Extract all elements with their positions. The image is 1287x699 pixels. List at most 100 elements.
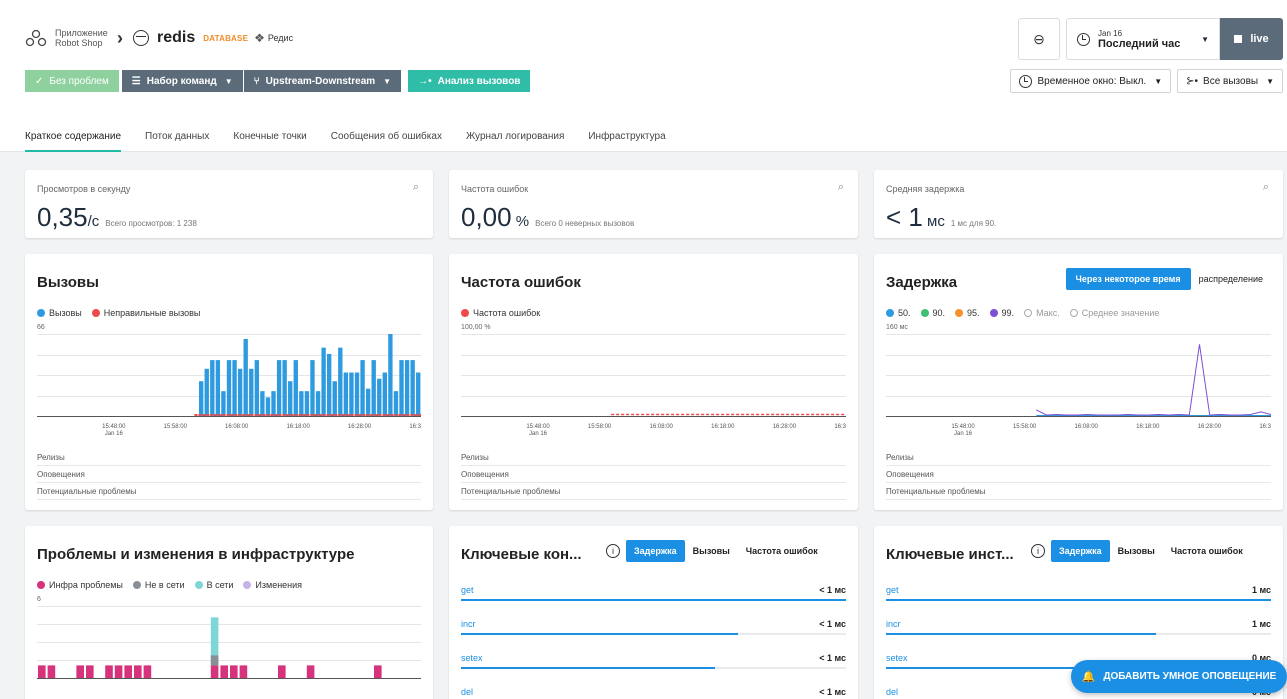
error-rate-chart[interactable]: 15:48:00Jan 16 15:58:00 16:08:00 16:18:00 16… <box>461 334 846 444</box>
live-label: live <box>1250 33 1269 45</box>
over-time-button[interactable]: Через некоторое время <box>1065 268 1191 290</box>
item-name[interactable]: del <box>461 687 473 697</box>
tab-calls[interactable]: Вызовы <box>685 540 738 562</box>
item-value: 1 мс <box>1251 619 1271 629</box>
issues-row[interactable]: Потенциальные проблемы <box>461 483 846 500</box>
x-tick-label: 15:58:00 <box>164 424 188 430</box>
alerts-row[interactable]: Оповещения <box>37 466 421 483</box>
list-item[interactable]: incr 1 мс <box>886 614 1271 648</box>
releases-row[interactable]: Релизы <box>37 449 421 466</box>
calls-bar <box>377 378 382 416</box>
time-range-picker[interactable]: Jan 16 Последний час ▼ <box>1066 18 1220 60</box>
filters: Временное окно: Выкл. ▼ ⊱• Все вызовы ▼ <box>1004 69 1283 93</box>
legend-error-rate[interactable]: Частота ошибок <box>461 308 540 318</box>
tab-error-rate[interactable]: Частота ошибок <box>1163 540 1251 562</box>
item-bar <box>461 633 739 635</box>
list-item[interactable]: setex < 1 мс <box>461 648 846 682</box>
item-name[interactable]: del <box>886 687 898 697</box>
status-button[interactable]: ✓ Без проблем <box>25 70 119 92</box>
calls-filter-dropdown[interactable]: ⊱• Все вызовы ▼ <box>1177 69 1283 93</box>
legend-online[interactable]: В сети <box>194 580 233 590</box>
legend-p99[interactable]: 99. <box>989 308 1014 318</box>
legend-max[interactable]: Макс. <box>1024 308 1060 318</box>
list-item[interactable]: get < 1 мс <box>461 580 846 614</box>
analyze-calls-button[interactable]: →• Анализ вызовов <box>408 70 531 92</box>
calls-chart[interactable]: 15:48:00Jan 16 15:58:00 16:08:00 16:18:00 16… <box>37 334 421 444</box>
latency-line <box>1035 344 1271 416</box>
item-bar <box>461 599 846 601</box>
legend-p95[interactable]: 95. <box>955 308 980 318</box>
time-window-dropdown[interactable]: Временное окно: Выкл. ▼ <box>1009 69 1172 93</box>
tab-calls[interactable]: Вызовы <box>1110 540 1163 562</box>
x-tick-label: 16:28:00 <box>773 424 797 430</box>
zoom-icon[interactable]: ⌕ <box>1263 181 1269 194</box>
breadcrumb-app[interactable]: Приложение Robot Shop <box>55 28 113 48</box>
tab-error-messages[interactable]: Сообщения об ошибках <box>331 122 442 152</box>
live-button[interactable]: live <box>1220 18 1283 60</box>
technology-label: Редис <box>267 33 294 43</box>
calls-bar <box>237 368 243 416</box>
x-tick-label: 16:08:00 <box>1075 424 1099 430</box>
info-icon[interactable]: i <box>1031 544 1045 558</box>
legend-calls[interactable]: Вызовы <box>37 308 82 318</box>
item-name[interactable]: get <box>461 585 474 595</box>
infra-issue-bar <box>47 665 56 678</box>
tab-endpoints[interactable]: Конечные точки <box>233 122 306 152</box>
zoom-icon[interactable]: ⌕ <box>413 181 419 194</box>
chart-legend: Инфра проблемы Не в сети В сети Изменени… <box>37 580 312 590</box>
legend-mean[interactable]: Среднее значение <box>1069 308 1159 318</box>
tab-bar: Краткое содержание Поток данных Конечные… <box>25 122 690 152</box>
legend-p50[interactable]: 50. <box>886 308 911 318</box>
releases-row[interactable]: Релизы <box>886 449 1271 466</box>
calls-bar <box>354 372 360 416</box>
tab-error-rate[interactable]: Частота ошибок <box>738 540 826 562</box>
add-smart-alert-button[interactable]: 🔔 ДОБАВИТЬ УМНОЕ ОПОВЕЩЕНИЕ <box>1071 660 1287 693</box>
item-name[interactable]: setex <box>461 653 483 663</box>
action-bar: ✓ Без проблем ☰ Набор команд ▼ ⑂ Upstrea… <box>25 70 531 92</box>
alerts-row[interactable]: Оповещения <box>886 466 1271 483</box>
zoom-icon[interactable]: ⌕ <box>838 181 844 194</box>
chart-legend: Вызовы Неправильные вызовы <box>37 308 210 318</box>
list-item[interactable]: incr < 1 мс <box>461 614 846 648</box>
infra-issue-bar <box>86 665 94 678</box>
command-set-button[interactable]: ☰ Набор команд ▼ <box>121 70 243 92</box>
issues-row[interactable]: Потенциальные проблемы <box>886 483 1271 500</box>
distribution-button[interactable]: распределение <box>1191 268 1271 290</box>
legend-changes[interactable]: Изменения <box>243 580 302 590</box>
tab-latency[interactable]: Задержка <box>626 540 685 562</box>
list-item[interactable]: del < 1 мс <box>461 682 846 699</box>
tab-data-flow[interactable]: Поток данных <box>145 122 209 152</box>
latency-chart[interactable]: 15:48:00Jan 16 15:58:00 16:08:00 16:18:00 16… <box>886 334 1271 444</box>
tab-logs[interactable]: Журнал логирования <box>466 122 564 152</box>
legend-errors[interactable]: Неправильные вызовы <box>91 308 200 318</box>
infra-issue-bar <box>143 665 152 678</box>
list-item[interactable]: get 1 мс <box>886 580 1271 614</box>
releases-row[interactable]: Релизы <box>461 449 846 466</box>
item-name[interactable]: incr <box>461 619 476 629</box>
calls-bar <box>215 360 221 416</box>
tab-infrastructure[interactable]: Инфраструктура <box>588 122 665 152</box>
info-icon[interactable]: i <box>606 544 620 558</box>
caret-down-icon: ▼ <box>1154 76 1163 86</box>
tab-latency[interactable]: Задержка <box>1051 540 1110 562</box>
time-range-label: Последний час <box>1098 37 1181 50</box>
calls-bar <box>221 391 226 416</box>
item-name[interactable]: incr <box>886 619 901 629</box>
upstream-downstream-button[interactable]: ⑂ Upstream-Downstream ▼ <box>243 70 402 92</box>
legend-infra-issues[interactable]: Инфра проблемы <box>37 580 123 590</box>
check-icon: ✓ <box>35 75 44 87</box>
legend-offline[interactable]: Не в сети <box>132 580 185 590</box>
item-name[interactable]: setex <box>886 653 908 663</box>
item-name[interactable]: get <box>886 585 899 595</box>
alerts-row[interactable]: Оповещения <box>461 466 846 483</box>
share-link-button[interactable]: ⊖ <box>1018 18 1060 60</box>
item-bar-track <box>461 599 846 601</box>
tab-summary[interactable]: Краткое содержание <box>25 122 122 152</box>
x-tick-label: 15:48:00 <box>951 424 975 430</box>
infra-chart[interactable] <box>37 606 421 696</box>
legend-p90[interactable]: 90. <box>920 308 945 318</box>
x-tick-label: Jan 16 <box>105 431 124 437</box>
issues-row[interactable]: Потенциальные проблемы <box>37 483 421 500</box>
card-title: Ключевые инст... <box>886 546 1014 563</box>
stop-icon <box>1234 35 1243 43</box>
